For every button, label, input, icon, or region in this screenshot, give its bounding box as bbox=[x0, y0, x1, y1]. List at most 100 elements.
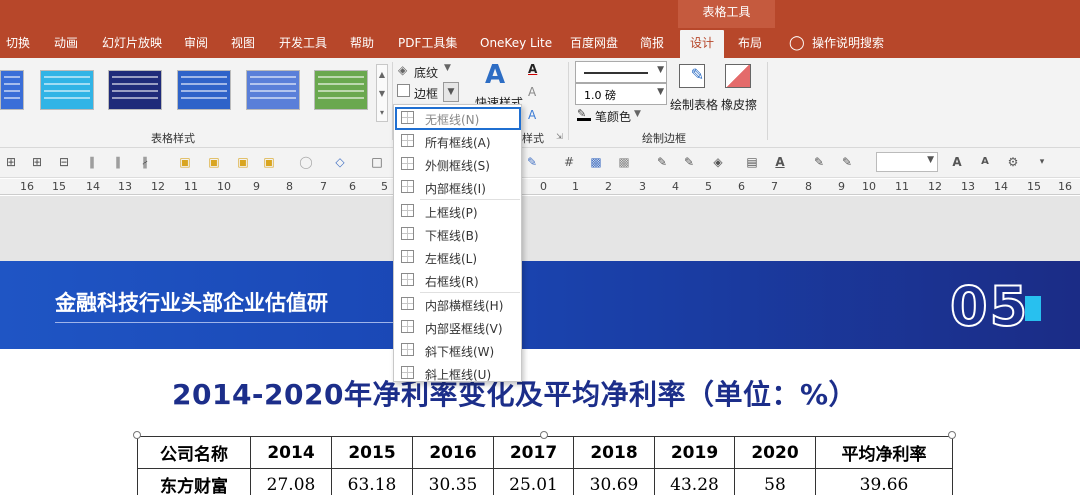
shading-button[interactable]: 底纹 bbox=[414, 64, 438, 81]
chevron-down-icon[interactable]: ▼ bbox=[444, 63, 451, 73]
ungroup-icon[interactable]: ▣ bbox=[262, 155, 276, 169]
table-style-swatch[interactable] bbox=[108, 70, 162, 110]
borders-dropdown-arrow[interactable]: ▼ bbox=[443, 82, 459, 102]
tab-animations[interactable]: 动画 bbox=[54, 30, 78, 58]
tab-slideshow[interactable]: 幻灯片放映 bbox=[102, 30, 162, 58]
picture-alt-icon[interactable]: ▩ bbox=[617, 155, 631, 169]
eyedropper-text-icon[interactable]: ✎ bbox=[840, 155, 854, 169]
table-header-cell[interactable]: 2017 bbox=[493, 436, 574, 469]
table-header-cell[interactable]: 2019 bbox=[654, 436, 735, 469]
top-border-icon bbox=[401, 204, 414, 217]
bring-forward-icon[interactable]: ▣ bbox=[178, 155, 192, 169]
tab-review[interactable]: 审阅 bbox=[184, 30, 208, 58]
insert-row-icon[interactable]: ⊞ bbox=[4, 155, 18, 169]
draw-table-button[interactable]: 绘制表格 bbox=[670, 96, 718, 113]
textbox-icon[interactable]: ▤ bbox=[745, 155, 759, 169]
net-margin-table[interactable]: 公司名称 2014 2015 2016 2017 2018 2019 2020 … bbox=[137, 436, 953, 495]
table-cell[interactable]: 30.35 bbox=[412, 468, 494, 495]
table-header-cell[interactable]: 平均净利率 bbox=[815, 436, 953, 469]
decrease-font-icon[interactable]: A bbox=[978, 155, 992, 169]
menu-item-no-border[interactable]: 无框线(N) bbox=[395, 107, 521, 130]
tab-layout[interactable]: 布局 bbox=[738, 30, 762, 58]
tab-onekey-lite[interactable]: OneKey Lite bbox=[480, 30, 552, 58]
table-header-cell[interactable]: 2020 bbox=[734, 436, 816, 469]
eyedropper-icon[interactable]: ✎ bbox=[655, 155, 669, 169]
text-outline-icon[interactable]: A bbox=[528, 85, 536, 99]
tell-me-search[interactable]: 操作说明搜索 bbox=[812, 30, 884, 58]
table-style-swatch[interactable] bbox=[40, 70, 94, 110]
table-style-swatch[interactable] bbox=[246, 70, 300, 110]
format-painter-icon[interactable]: ✎ bbox=[525, 155, 539, 169]
group-icon[interactable]: ▣ bbox=[236, 155, 250, 169]
pen-weight-dropdown[interactable]: 1.0 磅 ▼ bbox=[575, 83, 667, 105]
table-cell[interactable]: 43.28 bbox=[654, 468, 735, 495]
menu-item-all-borders[interactable]: 所有框线(A) bbox=[395, 130, 521, 153]
menu-item-inside-vertical-border[interactable]: 内部竖框线(V) bbox=[395, 316, 521, 339]
settings-gear-icon[interactable]: ⚙ bbox=[1006, 155, 1020, 169]
tab-help[interactable]: 帮助 bbox=[350, 30, 374, 58]
increase-font-icon[interactable]: A bbox=[950, 155, 964, 169]
tab-transitions[interactable]: 切换 bbox=[6, 30, 30, 58]
send-backward-icon[interactable]: ▣ bbox=[207, 155, 221, 169]
tab-baidu-netdisk[interactable]: 百度网盘 bbox=[570, 30, 618, 58]
table-cell[interactable]: 58 bbox=[734, 468, 816, 495]
delete-column-icon[interactable]: ∦ bbox=[138, 155, 152, 169]
tab-developer[interactable]: 开发工具 bbox=[279, 30, 327, 58]
table-cell[interactable]: 30.69 bbox=[573, 468, 655, 495]
menu-item-outside-borders[interactable]: 外侧框线(S) bbox=[395, 153, 521, 176]
menu-item-diagonal-down-border[interactable]: 斜下框线(W) bbox=[395, 339, 521, 362]
rectangle-icon[interactable]: □ bbox=[370, 155, 384, 169]
dialog-launcher-icon[interactable]: ⇲ bbox=[556, 132, 563, 141]
table-header-cell[interactable]: 2018 bbox=[573, 436, 655, 469]
font-color-icon[interactable]: A bbox=[773, 155, 787, 169]
table-header-cell[interactable]: 2015 bbox=[331, 436, 413, 469]
insert-column-icon[interactable]: ∥ bbox=[85, 155, 99, 169]
menu-item-inside-borders[interactable]: 内部框线(I) bbox=[395, 176, 521, 199]
borders-button[interactable]: 边框 bbox=[414, 85, 438, 102]
pen-color-button[interactable]: 笔颜色 bbox=[595, 108, 631, 125]
toolbar-more-icon[interactable]: ▾ bbox=[1035, 155, 1049, 169]
table-header-cell[interactable]: 公司名称 bbox=[137, 436, 251, 469]
fill-bucket-icon[interactable]: ◈ bbox=[711, 155, 725, 169]
eyedropper-outline-icon[interactable]: ✎ bbox=[682, 155, 696, 169]
text-effects-icon[interactable]: A bbox=[528, 108, 536, 122]
menu-item-left-border[interactable]: 左框线(L) bbox=[395, 246, 521, 269]
table-cell[interactable]: 63.18 bbox=[331, 468, 413, 495]
table-cell[interactable]: 39.66 bbox=[815, 468, 953, 495]
menu-item-bottom-border[interactable]: 下框线(B) bbox=[395, 223, 521, 246]
table-cell[interactable]: 东方财富 bbox=[137, 468, 251, 495]
tab-briefing[interactable]: 简报 bbox=[640, 30, 664, 58]
picture-icon[interactable]: ▩ bbox=[589, 155, 603, 169]
insert-row-below-icon[interactable]: ⊞ bbox=[30, 155, 44, 169]
chevron-down-icon[interactable]: ▼ bbox=[634, 109, 641, 119]
gallery-scroll[interactable]: ▲ ▼ ▾ bbox=[376, 64, 388, 122]
pen-style-dropdown[interactable]: ▼ bbox=[575, 61, 667, 83]
table-cell[interactable]: 27.08 bbox=[250, 468, 332, 495]
font-size-input[interactable]: ▼ bbox=[876, 152, 938, 172]
table-style-swatch[interactable] bbox=[0, 70, 24, 110]
text-highlight-icon[interactable]: ✎ bbox=[812, 155, 826, 169]
table-cell[interactable]: 25.01 bbox=[493, 468, 574, 495]
tab-design[interactable]: 设计 bbox=[680, 30, 724, 58]
menu-item-right-border[interactable]: 右框线(R) bbox=[395, 269, 521, 292]
table-style-swatch[interactable] bbox=[314, 70, 368, 110]
shape-outline-icon[interactable]: ◇ bbox=[333, 155, 347, 169]
menu-item-diagonal-up-border[interactable]: 斜上框线(U) bbox=[395, 362, 521, 385]
table-header-cell[interactable]: 2016 bbox=[412, 436, 494, 469]
table-header-cell[interactable]: 2014 bbox=[250, 436, 332, 469]
menu-item-top-border[interactable]: 上框线(P) bbox=[395, 200, 521, 223]
text-fill-icon[interactable]: A bbox=[528, 62, 537, 76]
banner-title[interactable]: 金融科技行业头部企业估值研 bbox=[55, 287, 328, 317]
insert-column-right-icon[interactable]: ∥ bbox=[111, 155, 125, 169]
menu-item-inside-horizontal-border[interactable]: 内部横框线(H) bbox=[395, 293, 521, 316]
table-style-swatch[interactable] bbox=[177, 70, 231, 110]
resize-handle[interactable] bbox=[540, 431, 548, 439]
hash-icon[interactable]: # bbox=[562, 155, 576, 169]
resize-handle[interactable] bbox=[133, 431, 141, 439]
shape-fill-icon[interactable]: ◯ bbox=[299, 155, 313, 169]
tab-pdf-tools[interactable]: PDF工具集 bbox=[398, 30, 457, 58]
resize-handle[interactable] bbox=[948, 431, 956, 439]
eraser-button[interactable]: 橡皮擦 bbox=[721, 96, 757, 113]
delete-row-icon[interactable]: ⊟ bbox=[57, 155, 71, 169]
tab-view[interactable]: 视图 bbox=[231, 30, 255, 58]
